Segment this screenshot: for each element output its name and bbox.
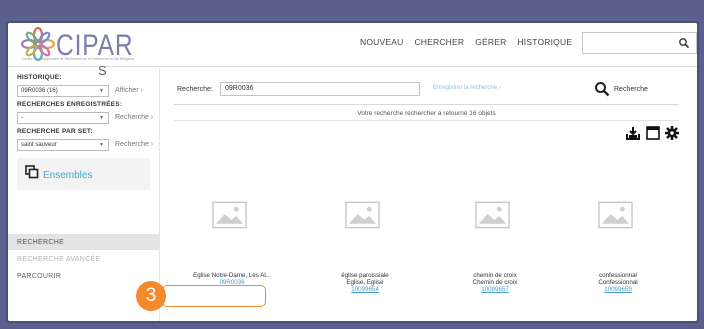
chevron-down-icon: ▼ xyxy=(99,88,104,94)
result-title-line1: chemin de croix xyxy=(473,272,517,279)
search-button[interactable]: Recherche xyxy=(614,86,648,93)
gear-icon[interactable] xyxy=(664,125,680,141)
result-code-link[interactable]: 10099657 xyxy=(435,286,555,293)
result-code-link[interactable]: 10099659 xyxy=(558,286,678,293)
recherches-select-value: - xyxy=(21,115,23,121)
image-placeholder-icon xyxy=(475,201,510,229)
historique-label: HISTORIQUE: xyxy=(17,74,62,81)
result-title-line1: Eglise Notre-Dame, Les Al... xyxy=(193,272,271,279)
result-title: Eglise Notre-Dame, Les Al... 09R0036 xyxy=(172,272,292,286)
nav-gerer[interactable]: GÉRER xyxy=(475,37,506,47)
image-placeholder-icon xyxy=(345,201,380,229)
sidebar-item-recherche[interactable]: RECHERCHE xyxy=(8,234,160,250)
window-icon[interactable] xyxy=(645,125,661,141)
result-title: église paroissiale Eglise, Eglise 100996… xyxy=(305,272,425,293)
result-title-line1: église paroissiale xyxy=(341,272,389,279)
result-code-link[interactable]: 10099654 xyxy=(305,286,425,293)
recherche-link[interactable]: Recherche › xyxy=(115,114,153,121)
copy-icon xyxy=(25,165,39,179)
divider xyxy=(174,120,679,121)
search-icon[interactable] xyxy=(678,37,690,49)
recherches-enregistrees-label: RECHERCHES ENREGISTRÉES: xyxy=(17,101,123,108)
top-nav: NOUVEAU CHERCHER GÉRER HISTORIQUE xyxy=(360,37,572,47)
header: CIPAR Centre Interdisciplinaire de Reche… xyxy=(8,23,697,67)
historique-select-value: 09R0036 (16) xyxy=(21,88,58,94)
result-title-line2: Confessionnal xyxy=(598,279,638,286)
par-set-label: RECHERCHE PAR SET: xyxy=(17,128,93,135)
result-title: chemin de croix Chemin de croix 10099657 xyxy=(435,272,555,293)
par-set-select[interactable]: saint sauveur ▼ xyxy=(17,139,109,151)
par-set-select-value: saint sauveur xyxy=(21,142,57,148)
image-placeholder-icon xyxy=(212,201,247,229)
search-input-value: 09R0036 xyxy=(225,85,254,92)
result-count-text: Votre recherche rechercher a retourné 16… xyxy=(357,110,496,117)
cipar-logo[interactable]: CIPAR Centre Interdisciplinaire de Reche… xyxy=(20,27,160,65)
result-title-line2: Eglise, Eglise xyxy=(346,279,384,286)
annotation-highlight-box xyxy=(162,285,266,307)
step-badge: 3 xyxy=(136,281,166,311)
image-placeholder-icon xyxy=(598,201,633,229)
chevron-down-icon: ▼ xyxy=(99,142,104,148)
result-title-line2: Chemin de croix xyxy=(472,279,518,286)
search-input[interactable]: 09R0036 xyxy=(220,82,420,96)
sidebar-item-parcourir[interactable]: PARCOURIR xyxy=(8,268,160,284)
sidebar: S HISTORIQUE: 09R0036 (16) ▼ Afficher › … xyxy=(8,63,160,321)
search-label: Recherche: xyxy=(177,86,213,93)
par-set-recherche-link[interactable]: Recherche › xyxy=(115,141,153,148)
chevron-down-icon: ▼ xyxy=(99,115,104,121)
result-title: confessionnal Confessionnal 10099659 xyxy=(558,272,678,293)
download-icon[interactable] xyxy=(625,125,641,141)
nav-chercher[interactable]: CHERCHER xyxy=(414,37,464,47)
divider xyxy=(174,104,679,105)
logo-subtitle: Centre Interdisciplinaire de Recherche s… xyxy=(22,57,135,61)
afficher-link[interactable]: Afficher › xyxy=(115,87,143,94)
save-search-link[interactable]: Enregistrer la recherche › xyxy=(433,85,501,91)
nav-nouveau[interactable]: NOUVEAU xyxy=(360,37,403,47)
ensembles-label: Ensembles xyxy=(43,170,93,181)
search-icon[interactable] xyxy=(594,81,610,97)
browser-frame: CIPAR Centre Interdisciplinaire de Reche… xyxy=(6,21,699,323)
sidebar-item-recherche-avancee[interactable]: RECHERCHE AVANCÉE xyxy=(8,251,160,267)
ensembles-button[interactable]: Ensembles xyxy=(17,158,150,190)
rose-window-icon xyxy=(20,27,56,61)
sidebar-cut-text: S xyxy=(98,63,107,78)
recherches-enregistrees-select[interactable]: - ▼ xyxy=(17,112,109,124)
nav-historique[interactable]: HISTORIQUE xyxy=(517,37,572,47)
result-title-line1: confessionnal xyxy=(599,272,637,279)
top-search-input[interactable] xyxy=(582,32,697,54)
historique-select[interactable]: 09R0036 (16) ▼ xyxy=(17,85,109,97)
